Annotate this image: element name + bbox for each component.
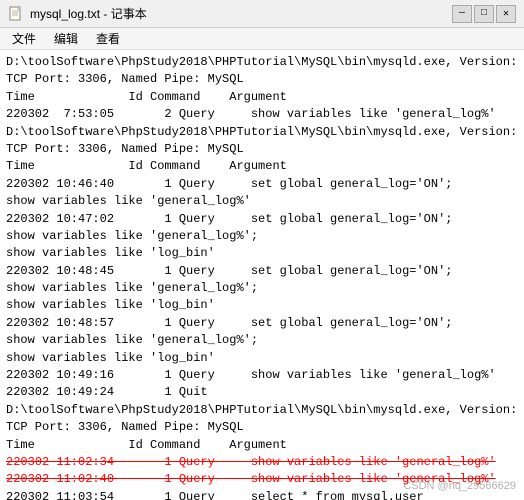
text-line: 220302 10:46:40 1 Query set global gener… bbox=[6, 176, 518, 193]
minimize-button[interactable]: — bbox=[452, 5, 472, 23]
text-line: 220302 10:47:02 1 Query set global gener… bbox=[6, 211, 518, 228]
menu-bar: 文件 编辑 查看 bbox=[0, 28, 524, 50]
maximize-button[interactable]: □ bbox=[474, 5, 494, 23]
text-line: D:\toolSoftware\PhpStudy2018\PHPTutorial… bbox=[6, 124, 518, 141]
menu-file[interactable]: 文件 bbox=[4, 29, 44, 48]
text-line: show variables like 'general_log%' bbox=[6, 193, 518, 210]
text-line: TCP Port: 3306, Named Pipe: MySQL bbox=[6, 141, 518, 158]
text-content: D:\toolSoftware\PhpStudy2018\PHPTutorial… bbox=[0, 50, 524, 500]
text-line: 220302 10:48:57 1 Query set global gener… bbox=[6, 315, 518, 332]
text-line: TCP Port: 3306, Named Pipe: MySQL bbox=[6, 71, 518, 88]
text-line: show variables like 'log_bin' bbox=[6, 297, 518, 314]
text-line: show variables like 'general_log%'; bbox=[6, 332, 518, 349]
text-line: show variables like 'general_log%'; bbox=[6, 280, 518, 297]
text-line: Time Id Command Argument bbox=[6, 89, 518, 106]
window-title: mysql_log.txt - 记事本 bbox=[30, 5, 446, 22]
text-line: 220302 10:48:45 1 Query set global gener… bbox=[6, 263, 518, 280]
text-line: 220302 11:02:34 1 Query show variables l… bbox=[6, 454, 518, 471]
text-line: TCP Port: 3306, Named Pipe: MySQL bbox=[6, 419, 518, 436]
text-line: 220302 10:49:24 1 Quit bbox=[6, 384, 518, 401]
app-icon bbox=[8, 6, 24, 22]
title-bar: mysql_log.txt - 记事本 — □ ✕ bbox=[0, 0, 524, 28]
text-line: Time Id Command Argument bbox=[6, 158, 518, 175]
text-line: D:\toolSoftware\PhpStudy2018\PHPTutorial… bbox=[6, 402, 518, 419]
text-line: Time Id Command Argument bbox=[6, 437, 518, 454]
text-line: D:\toolSoftware\PhpStudy2018\PHPTutorial… bbox=[6, 54, 518, 71]
menu-view[interactable]: 查看 bbox=[88, 29, 128, 48]
text-line: show variables like 'log_bin' bbox=[6, 245, 518, 262]
text-line: 220302 10:49:16 1 Query show variables l… bbox=[6, 367, 518, 384]
text-line: show variables like 'general_log%'; bbox=[6, 228, 518, 245]
text-line: show variables like 'log_bin' bbox=[6, 350, 518, 367]
window-controls[interactable]: — □ ✕ bbox=[452, 5, 516, 23]
close-button[interactable]: ✕ bbox=[496, 5, 516, 23]
menu-edit[interactable]: 编辑 bbox=[46, 29, 86, 48]
watermark: CSDN @nq_29566629 bbox=[403, 480, 516, 492]
text-line: 220302 7:53:05 2 Query show variables li… bbox=[6, 106, 518, 123]
